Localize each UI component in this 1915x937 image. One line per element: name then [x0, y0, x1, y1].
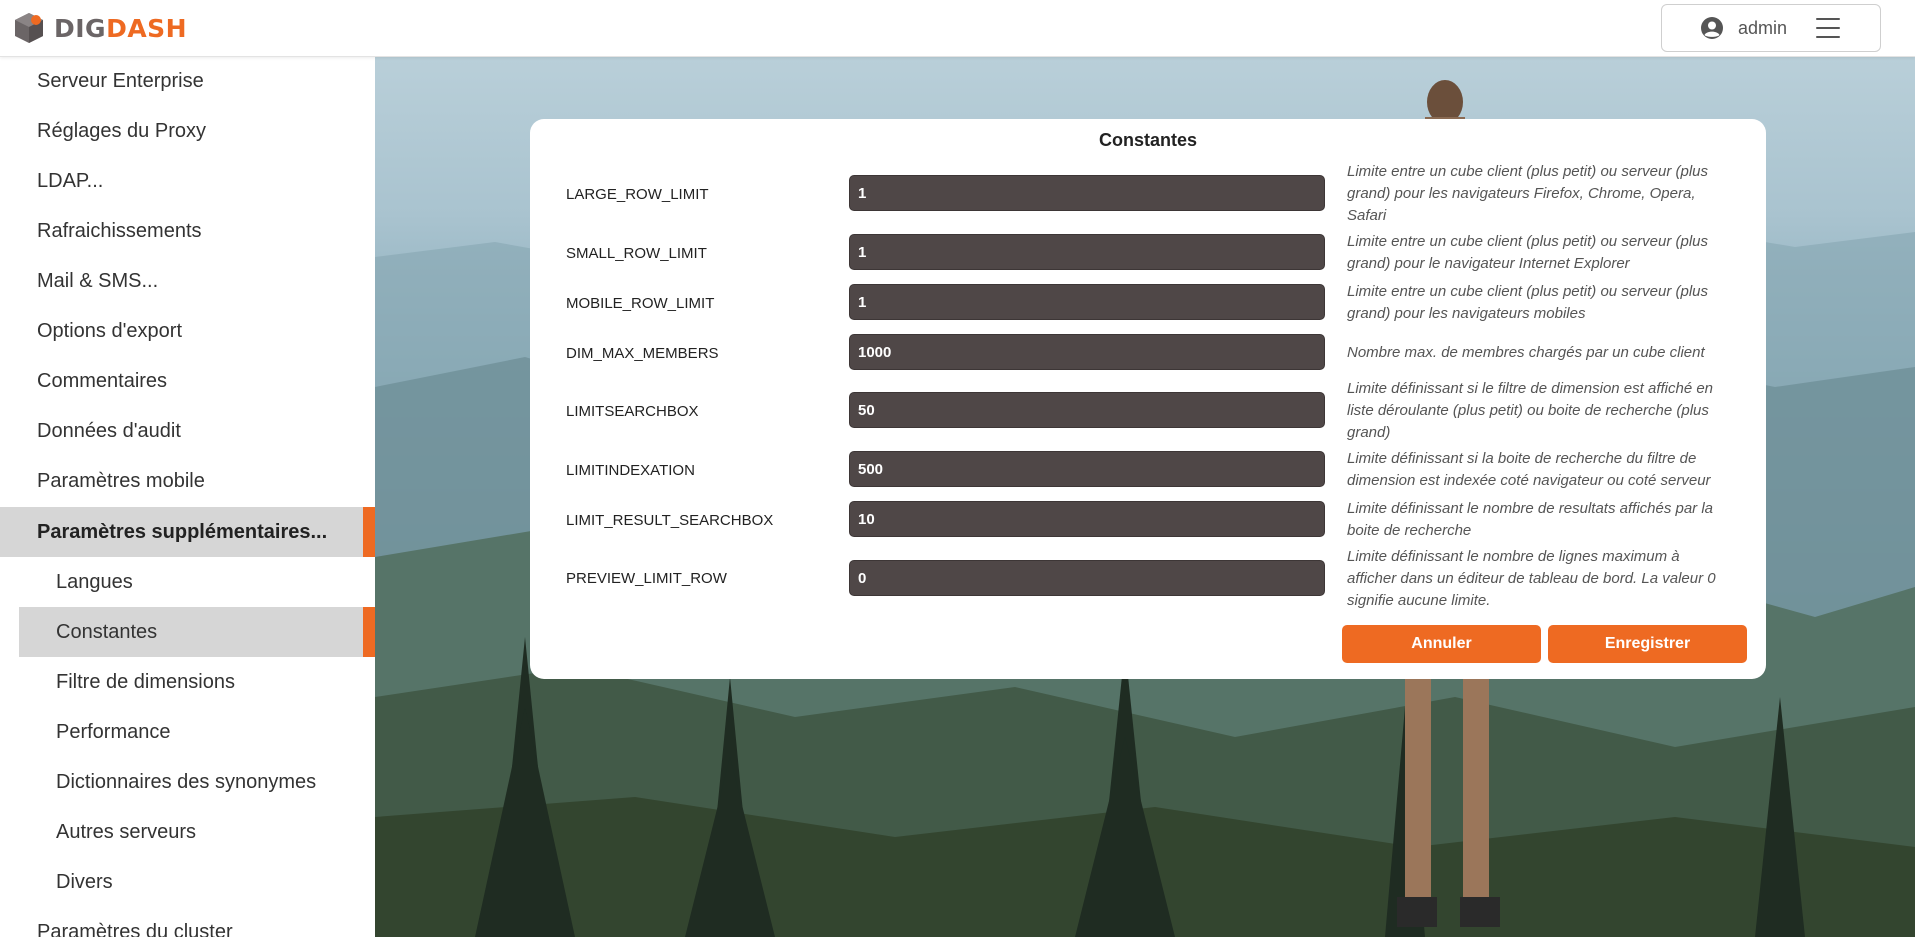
constant-label: DIM_MAX_MEMBERS [566, 345, 719, 362]
sidebar-item-mail-sms[interactable]: Mail & SMS... [0, 256, 375, 306]
limitindexation-input[interactable] [849, 451, 1325, 487]
constant-description: Limite définissant si le filtre de dimen… [1347, 380, 1714, 441]
sidebar-item-dictionnaires-synonymes[interactable]: Dictionnaires des synonymes [0, 757, 375, 807]
sidebar-item-parametres-cluster[interactable]: Paramètres du cluster [0, 907, 375, 937]
constant-description: Limite définissant le nombre de lignes m… [1347, 548, 1716, 609]
sidebar-item-ldap[interactable]: LDAP... [0, 156, 375, 206]
top-bar: DIGDASH admin [0, 0, 1915, 57]
sidebar-item-commentaires[interactable]: Commentaires [0, 356, 375, 406]
sidebar-item-langues[interactable]: Langues [0, 557, 375, 607]
constant-label: LIMITSEARCHBOX [566, 403, 699, 420]
sidebar-item-options-export[interactable]: Options d'export [0, 306, 375, 356]
digdash-logo[interactable]: DIGDASH [12, 11, 187, 45]
sidebar-item-reglages-proxy[interactable]: Réglages du Proxy [0, 106, 375, 156]
constant-description: Limite entre un cube client (plus petit)… [1347, 233, 1709, 272]
selected-indicator [363, 507, 375, 557]
selected-indicator [363, 607, 375, 657]
constant-label: LIMIT_RESULT_SEARCHBOX [566, 512, 774, 529]
user-menu[interactable]: admin [1661, 4, 1881, 52]
username-label: admin [1738, 17, 1788, 38]
constant-description: Limite définissant le nombre de resultat… [1347, 500, 1714, 539]
constant-description: Nombre max. de membres chargés par un cu… [1347, 344, 1705, 361]
cancel-button[interactable]: Annuler [1342, 625, 1541, 663]
user-avatar-icon [1701, 17, 1723, 39]
constant-description: Limite entre un cube client (plus petit)… [1347, 283, 1709, 322]
sidebar-item-parametres-mobile[interactable]: Paramètres mobile [0, 456, 375, 506]
constant-label: SMALL_ROW_LIMIT [566, 245, 707, 262]
mobile-row-limit-input[interactable] [849, 284, 1325, 320]
dialog-title: Constantes [1098, 130, 1197, 150]
large-row-limit-input[interactable] [849, 175, 1325, 211]
small-row-limit-input[interactable] [849, 234, 1325, 270]
constant-label: LARGE_ROW_LIMIT [566, 186, 709, 203]
hamburger-menu-icon[interactable] [1816, 18, 1840, 38]
constant-label: PREVIEW_LIMIT_ROW [566, 570, 727, 587]
sidebar-item-rafraichissements[interactable]: Rafraichissements [0, 206, 375, 256]
limit-result-searchbox-input[interactable] [849, 501, 1325, 537]
limitsearchbox-input[interactable] [849, 392, 1325, 428]
sidebar: Serveur Enterprise Réglages du Proxy LDA… [0, 57, 375, 937]
sidebar-item-performance[interactable]: Performance [0, 707, 375, 757]
sidebar-item-donnees-audit[interactable]: Données d'audit [0, 406, 375, 456]
sidebar-item-parametres-supplementaires[interactable]: Paramètres supplémentaires... [0, 507, 375, 557]
constant-description: Limite entre un cube client (plus petit)… [1347, 163, 1709, 224]
logo-cube-icon [15, 13, 43, 43]
save-button[interactable]: Enregistrer [1548, 625, 1747, 663]
constantes-dialog: Constantes LARGE_ROW_LIMIT Limite entre … [530, 119, 1766, 679]
logo-text: DIGDASH [54, 13, 188, 43]
constant-label: MOBILE_ROW_LIMIT [566, 295, 715, 312]
sidebar-item-constantes[interactable]: Constantes [19, 607, 375, 657]
sidebar-item-filtre-dimensions[interactable]: Filtre de dimensions [0, 657, 375, 707]
preview-limit-row-input[interactable] [849, 560, 1325, 596]
sidebar-item-serveur-enterprise[interactable]: Serveur Enterprise [0, 57, 375, 106]
constant-label: LIMITINDEXATION [566, 462, 695, 479]
sidebar-item-autres-serveurs[interactable]: Autres serveurs [0, 807, 375, 857]
dim-max-members-input[interactable] [849, 334, 1325, 370]
sidebar-item-divers[interactable]: Divers [0, 857, 375, 907]
constant-description: Limite définissant si la boite de recher… [1347, 450, 1711, 489]
